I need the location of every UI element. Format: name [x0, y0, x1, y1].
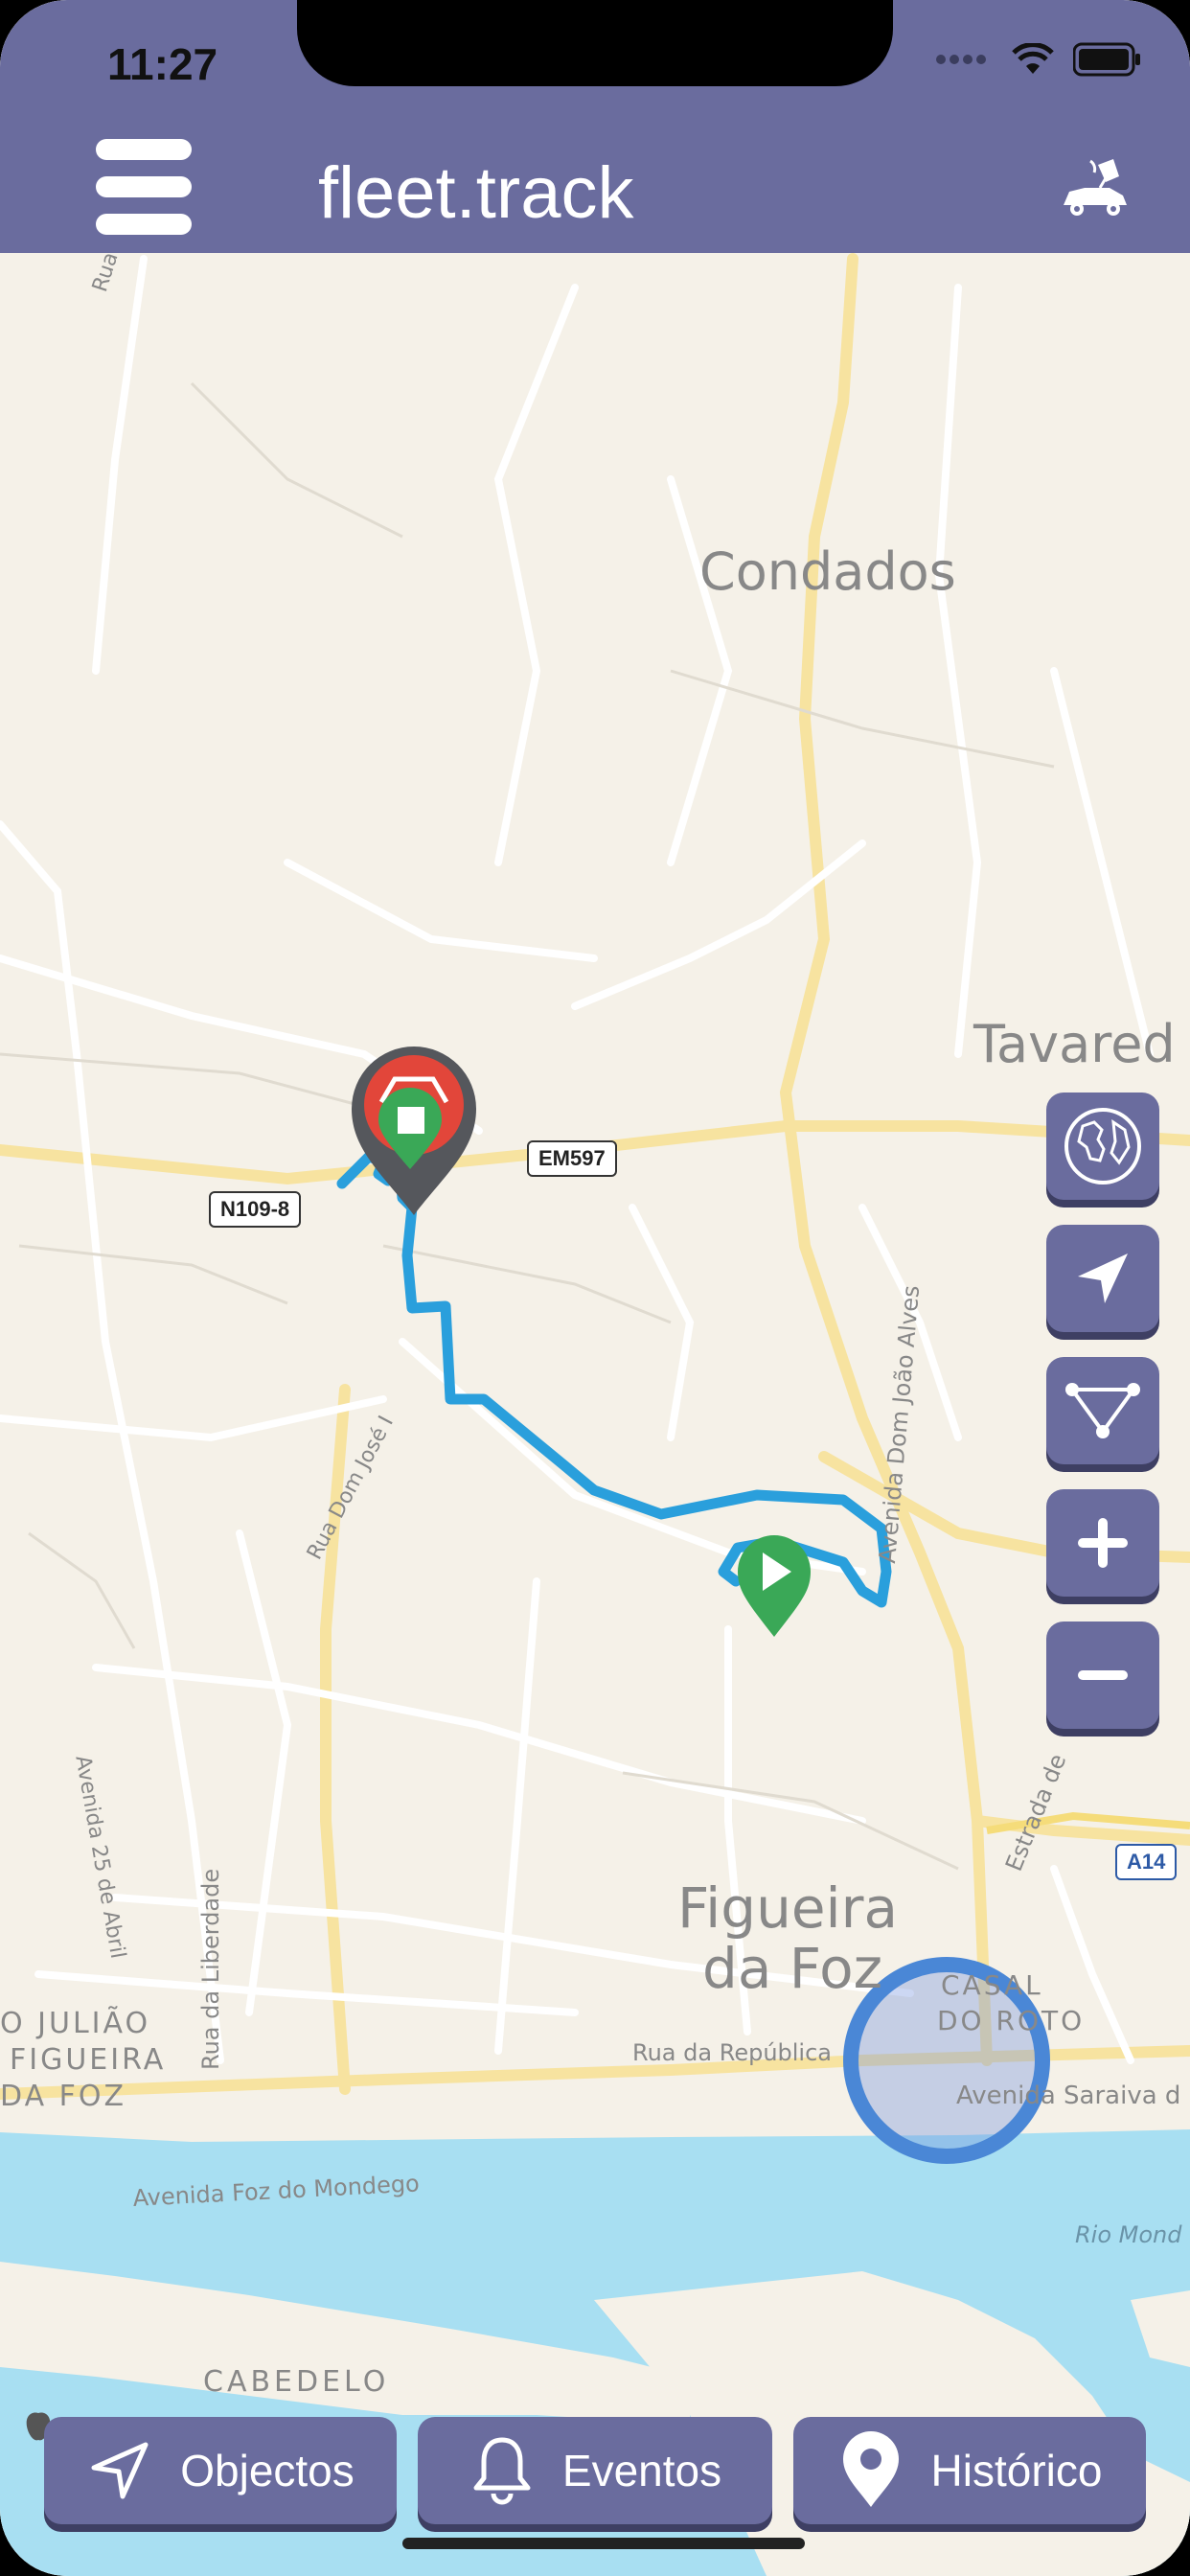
globe-icon [1064, 1108, 1141, 1184]
street-label: Avenida Saraiva d [956, 2082, 1181, 2110]
road-shield: EM597 [527, 1140, 617, 1177]
top-bar: 11:27 fleet.track [0, 0, 1190, 253]
road-shield: N109-8 [209, 1191, 302, 1228]
place-label: FIGUEIRA [10, 2043, 167, 2077]
stop-icon [398, 1107, 424, 1134]
zoom-in-button[interactable] [1046, 1489, 1159, 1597]
map-type-button[interactable] [1046, 1092, 1159, 1200]
zoom-out-icon [1078, 1670, 1128, 1680]
place-label: O JULIÃO [0, 2007, 151, 2040]
street-label: Rua da República [632, 2039, 832, 2066]
street-label: Rua da Liberdade [197, 1868, 224, 2070]
map-pin-icon [842, 2431, 899, 2507]
signal-icon [936, 55, 986, 64]
menu-button[interactable] [96, 139, 199, 235]
place-label: Condados [699, 541, 956, 602]
events-label: Eventos [561, 2446, 722, 2496]
place-label: Figueira [677, 1875, 899, 1941]
status-icons [935, 42, 1142, 77]
bell-icon [473, 2437, 531, 2505]
battery-icon [1073, 42, 1140, 77]
navigation-arrow-icon [91, 2442, 149, 2499]
place-label: CABEDELO [203, 2365, 390, 2399]
objects-label: Objectos [180, 2446, 355, 2496]
history-button[interactable]: Histórico [793, 2417, 1146, 2524]
hamburger-menu-icon [96, 214, 192, 235]
hamburger-menu-icon [96, 139, 192, 160]
home-indicator[interactable] [402, 2538, 805, 2549]
zoom-in-icon [1078, 1518, 1128, 1568]
route-button[interactable] [1046, 1357, 1159, 1464]
place-label: da Foz [702, 1936, 883, 2001]
road-shield: A14 [1115, 1844, 1178, 1880]
history-label: Histórico [930, 2446, 1103, 2496]
place-label: Tavared [973, 1014, 1176, 1074]
status-time: 11:27 [107, 39, 218, 89]
objects-button[interactable]: Objectos [44, 2417, 397, 2524]
events-button[interactable]: Eventos [418, 2417, 772, 2524]
wifi-icon [1012, 43, 1054, 74]
zoom-out-button[interactable] [1046, 1622, 1159, 1729]
hamburger-menu-icon [96, 176, 192, 197]
place-label: DA FOZ [0, 2080, 127, 2113]
street-label: Rio Mond [1075, 2221, 1182, 2248]
location-arrow-icon [1078, 1254, 1128, 1303]
my-location-button[interactable] [1046, 1225, 1159, 1332]
device-notch [297, 0, 893, 86]
route-icon [1065, 1383, 1140, 1438]
app-title: fleet.track [318, 152, 634, 234]
car-satellite-icon[interactable] [1056, 155, 1133, 222]
place-label: CASAL [941, 1969, 1043, 2001]
app-screen: Condados Tavared Figueira da Foz CASAL D… [0, 0, 1190, 2576]
place-label: DO ROTO [937, 2005, 1086, 2036]
